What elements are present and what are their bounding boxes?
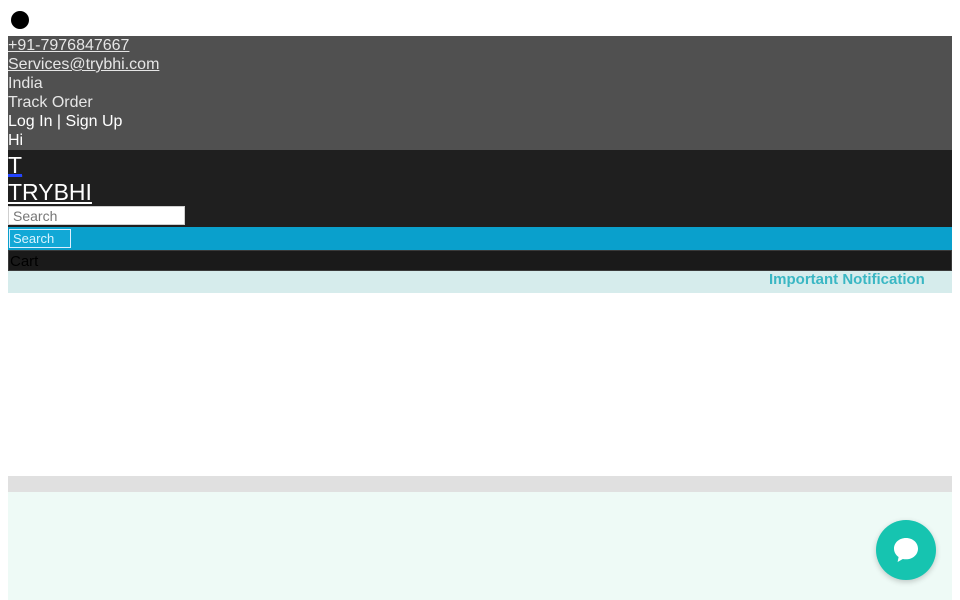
circle-icon [11, 11, 29, 29]
search-button[interactable]: Search [9, 229, 71, 248]
notification-text: Important Notification [769, 271, 925, 288]
logo-underline [8, 174, 22, 177]
brand-name-link[interactable]: TRYBHI [8, 179, 92, 205]
country-selector[interactable]: India [8, 74, 952, 93]
top-info-bar: +91-7976847667 Services@trybhi.com India… [8, 36, 952, 150]
search-input[interactable] [8, 206, 185, 225]
greeting-text: Hi [8, 132, 24, 149]
main-header: T TRYBHI [8, 150, 952, 227]
track-order-link[interactable]: Track Order [8, 93, 952, 112]
email-link[interactable]: Services@trybhi.com [8, 55, 952, 74]
notification-bar: Important Notification [8, 271, 952, 293]
chat-button[interactable] [876, 520, 936, 580]
search-button-bar: Search [8, 227, 952, 250]
logo-link[interactable]: T [8, 152, 22, 178]
cart-label[interactable]: Cart [10, 252, 38, 271]
login-signup-link[interactable]: Log In | Sign Up [8, 112, 952, 131]
cart-bar[interactable]: Cart [8, 250, 952, 271]
section-divider [8, 476, 952, 492]
phone-link[interactable]: +91-7976847667 [8, 36, 952, 55]
content-area [8, 492, 952, 600]
chat-bubble-icon [894, 538, 918, 562]
